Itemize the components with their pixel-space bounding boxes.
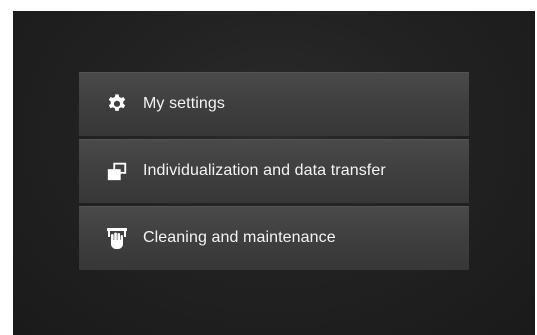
menu-item-label: Cleaning and maintenance	[143, 229, 336, 246]
device-screen: My settings Individualization and data t…	[13, 11, 535, 335]
menu-item-individualization[interactable]: Individualization and data transfer	[79, 139, 469, 203]
cleaning-hand-icon	[105, 226, 129, 250]
menu-item-label: Individualization and data transfer	[143, 162, 386, 179]
settings-menu: My settings Individualization and data t…	[79, 72, 469, 273]
gear-icon	[105, 92, 129, 116]
menu-item-my-settings[interactable]: My settings	[79, 72, 469, 136]
data-transfer-icon	[105, 159, 129, 183]
menu-item-label: My settings	[143, 95, 226, 112]
menu-item-cleaning[interactable]: Cleaning and maintenance	[79, 206, 469, 270]
